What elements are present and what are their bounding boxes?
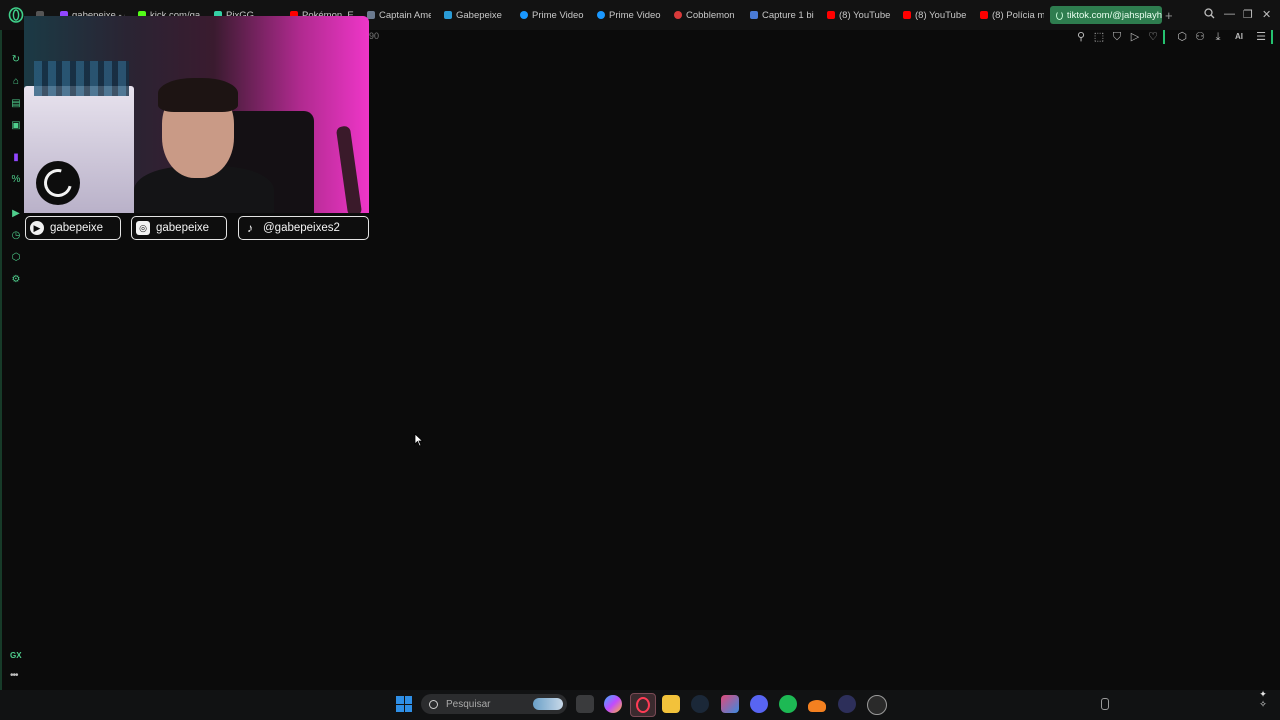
tab-5[interactable]: Captain Amer [367, 7, 431, 23]
tab-favicon-icon [597, 11, 605, 19]
cloudflare-icon[interactable] [808, 700, 826, 712]
app-x-icon[interactable] [721, 695, 739, 713]
tab-label: (8) YouTube [915, 9, 967, 21]
sidebar-accent-line [0, 30, 2, 690]
aria-ai-button[interactable]: AI [1229, 30, 1249, 44]
copilot-icon[interactable] [604, 695, 622, 713]
cam-guitar [335, 125, 363, 213]
tray-logo-icon[interactable]: ✦ ✧ [1256, 689, 1270, 713]
search-highlight-image [533, 698, 563, 710]
tab-label: Gabepeixe [456, 9, 502, 21]
microphone-icon[interactable] [1101, 698, 1109, 710]
tab-11[interactable]: (8) YouTube [827, 7, 891, 23]
search-icon [429, 699, 438, 709]
youtube-favicon-icon [980, 11, 988, 19]
search-placeholder: Pesquisar [446, 698, 491, 710]
tab-10[interactable]: Capture 1 billi [750, 7, 814, 23]
toolbar-accent-edge [1271, 30, 1273, 44]
extensions-icon[interactable]: ⬡ [1175, 30, 1189, 44]
tab-label: Captain Amer [379, 9, 431, 21]
history-icon[interactable]: ◷ [10, 230, 22, 242]
search-tabs-icon[interactable] [1204, 8, 1215, 22]
tab-label: (8) YouTube [839, 9, 891, 21]
steam-icon[interactable] [691, 695, 709, 713]
tab-label: Capture 1 billi [762, 9, 814, 21]
cam-figures [34, 61, 129, 96]
sidebar-more-button[interactable]: ••• [10, 670, 18, 681]
app-arrow-icon[interactable] [838, 695, 856, 713]
taskbar-search[interactable]: Pesquisar [421, 694, 567, 714]
social-handle: gabepeixe [50, 222, 104, 234]
tab-label: tiktok.com/@jahsplayh [1066, 9, 1162, 21]
tab-favicon-icon [444, 11, 452, 19]
tab-active-tiktok[interactable]: tiktok.com/@jahsplayh [1050, 6, 1162, 24]
tab-label: Prime Video: [532, 9, 584, 21]
play-icon[interactable]: ▷ [1128, 30, 1142, 44]
youtube-favicon-icon [827, 11, 835, 19]
tab-7[interactable]: Prime Video: [520, 7, 584, 23]
tab-8[interactable]: Prime Video: [597, 7, 661, 23]
tab-label: Cobblemon F [686, 9, 738, 21]
shield-icon[interactable]: ⛉ [1110, 30, 1124, 44]
tab-favicon-icon [367, 11, 375, 19]
social-handle: gabepeixe [156, 222, 210, 234]
news-icon[interactable]: ▤ [10, 98, 22, 110]
discord-icon[interactable] [750, 695, 768, 713]
instagram-icon: ◎ [136, 221, 150, 235]
snapshot-icon[interactable]: ⬚ [1092, 30, 1106, 44]
pin-icon[interactable]: ⚲ [1074, 30, 1088, 44]
discount-icon[interactable]: % [10, 174, 22, 186]
close-window-button[interactable]: ✕ [1262, 8, 1271, 21]
gx-control-icon[interactable]: ↻ [10, 54, 22, 66]
cam-person-hair [158, 78, 238, 112]
player-icon[interactable]: ▶ [10, 208, 22, 220]
aria-ai-label: AI [1235, 32, 1243, 41]
profile-icon[interactable]: ⚇ [1193, 30, 1207, 44]
youtube-icon: ▶ [30, 221, 44, 235]
tab-favicon-icon [750, 11, 758, 19]
webcam-overlay [24, 16, 369, 213]
tab-12[interactable]: (8) YouTube [903, 7, 967, 23]
social-instagram: ◎ gabepeixe [131, 216, 227, 240]
tab-favicon-icon [520, 11, 528, 19]
social-tiktok: ♪ @gabepeixes2 [238, 216, 369, 240]
tiktok-icon: ♪ [247, 221, 253, 235]
mouse-cursor-icon [414, 433, 424, 447]
tab-13[interactable]: (8) Polícia mo [980, 7, 1044, 23]
windows-start-button[interactable] [396, 696, 412, 712]
obs-icon[interactable] [867, 695, 887, 715]
tab-9[interactable]: Cobblemon F [674, 7, 738, 23]
opera-gx-taskbar-icon[interactable] [630, 693, 656, 717]
social-handle: @gabepeixes2 [263, 222, 340, 234]
messenger-icon[interactable]: ▣ [10, 120, 22, 132]
loading-spinner-icon [1056, 10, 1063, 20]
opera-gx-logo-icon[interactable] [8, 7, 24, 23]
extensions-sidebar-icon[interactable]: ⬡ [10, 252, 22, 264]
download-icon[interactable]: ⤓ [1211, 30, 1225, 44]
restore-button[interactable]: ❐ [1243, 8, 1253, 21]
address-fragment: 90 [369, 31, 380, 41]
gx-corner-icon[interactable]: ⌂ [10, 76, 22, 88]
spotify-icon[interactable] [779, 695, 797, 713]
tab-favicon-icon [674, 11, 682, 19]
toolbar-accent-divider [1163, 30, 1165, 44]
menu-icon[interactable]: ☰ [1254, 30, 1268, 44]
heart-icon[interactable]: ♡ [1146, 30, 1160, 44]
tab-label: (8) Polícia mo [992, 9, 1044, 21]
settings-gear-icon[interactable]: ⚙ [10, 274, 22, 286]
file-explorer-icon[interactable] [662, 695, 680, 713]
gx-label[interactable]: GX [10, 651, 22, 660]
streamer-logo-icon [36, 161, 80, 205]
minimize-button[interactable]: — [1224, 8, 1235, 20]
youtube-favicon-icon [903, 11, 911, 19]
new-tab-button[interactable]: + [1165, 8, 1173, 23]
task-view-icon[interactable] [576, 695, 594, 713]
social-youtube: ▶ gabepeixe [25, 216, 121, 240]
tab-6[interactable]: Gabepeixe [444, 7, 508, 23]
tab-label: Prime Video: [609, 9, 661, 21]
twitch-icon[interactable]: ▮ [10, 152, 22, 164]
